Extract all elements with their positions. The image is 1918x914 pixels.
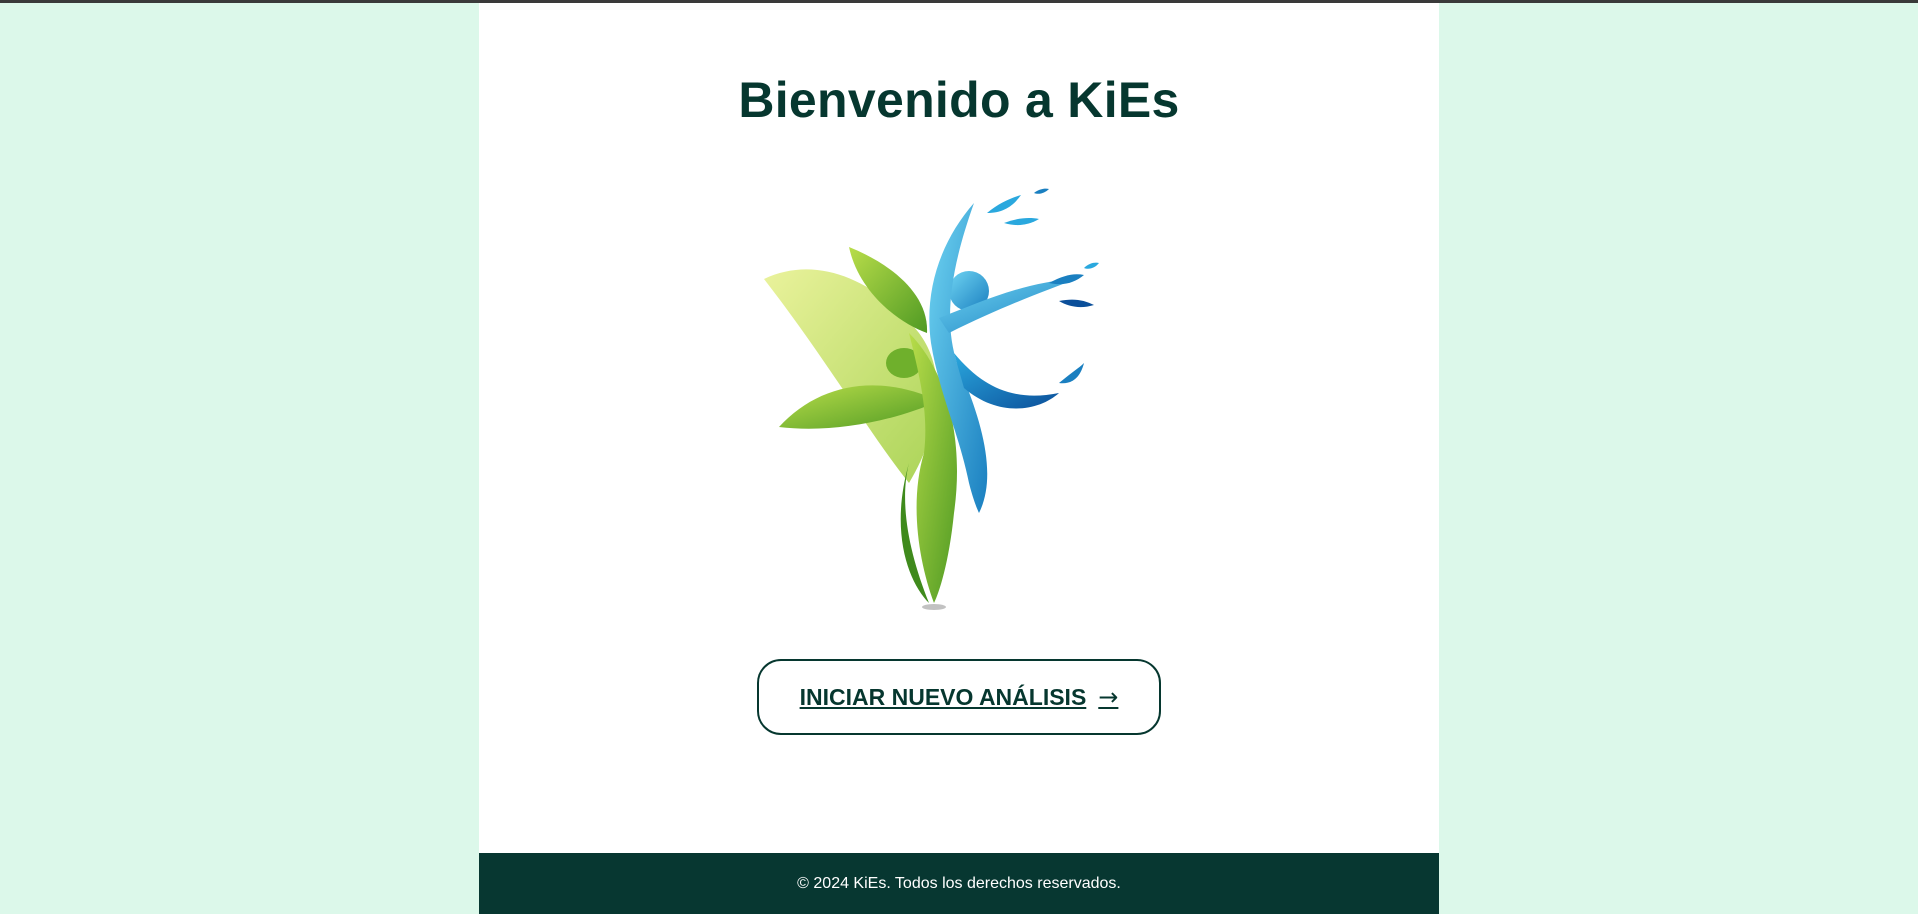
- start-analysis-button[interactable]: INICIAR NUEVO ANÁLISIS →: [757, 659, 1161, 735]
- page-title: Bienvenido a KiEs: [738, 72, 1180, 128]
- arrow-right-icon: →: [1098, 683, 1119, 711]
- footer: © 2024 KiEs. Todos los derechos reservad…: [479, 853, 1439, 914]
- footer-copyright: © 2024 KiEs. Todos los derechos reservad…: [797, 874, 1121, 892]
- kies-logo-icon: [764, 188, 1099, 610]
- welcome-card: Bienvenido a KiEs INICIAR NUEVO ANÁLISIS…: [479, 3, 1439, 914]
- start-analysis-label: INICIAR NUEVO ANÁLISIS: [799, 683, 1087, 710]
